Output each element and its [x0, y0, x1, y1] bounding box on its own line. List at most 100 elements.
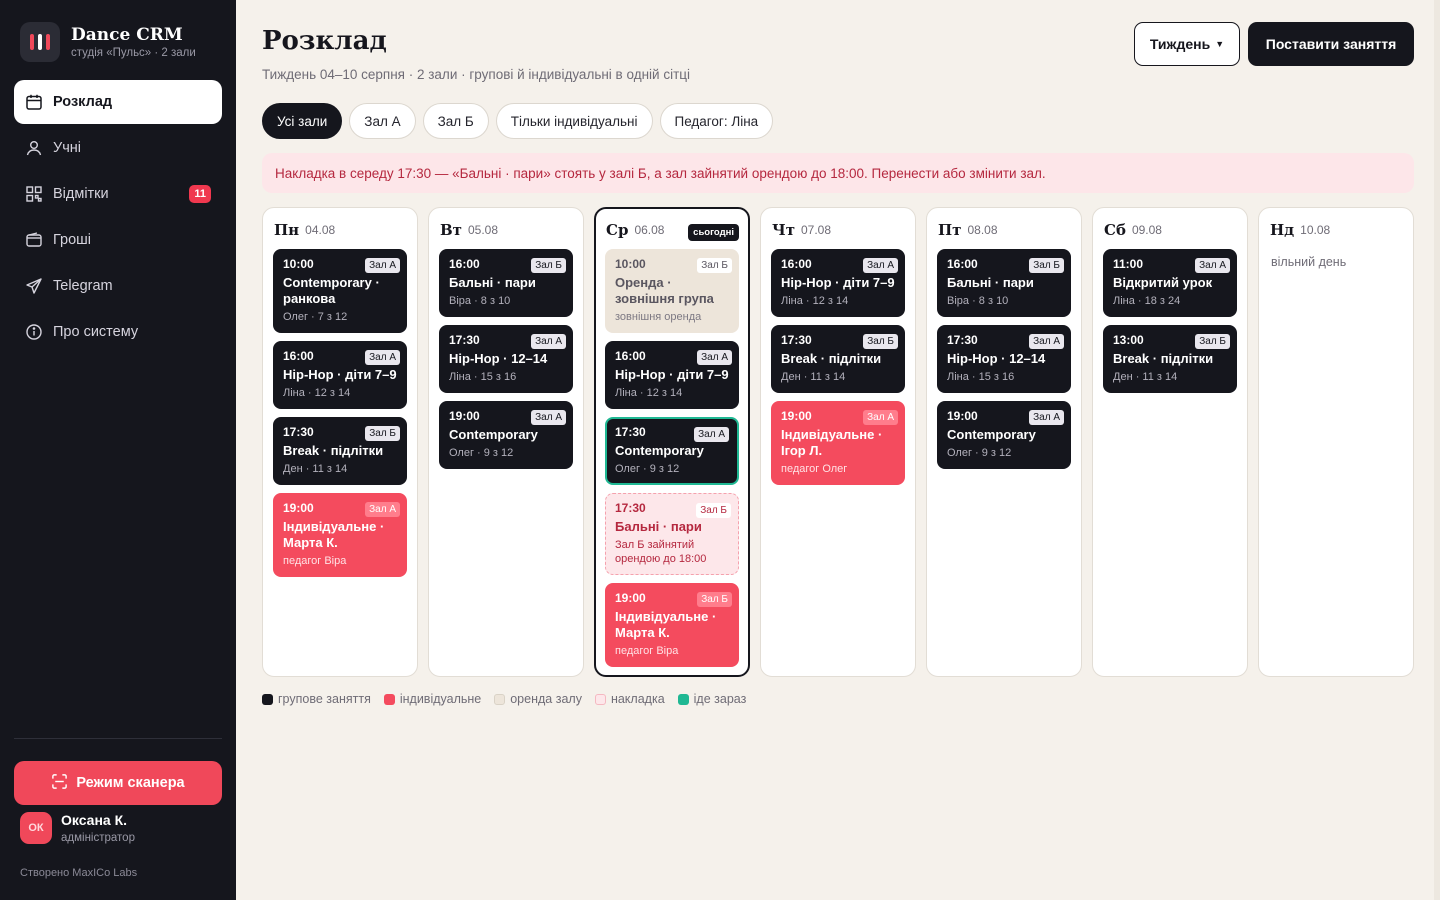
session-card-indiv[interactable]: 19:00 Індивідуальне · Ігор Л. педагог Олег…	[771, 401, 905, 485]
brand[interactable]: Dance CRM студія «Пульс» · 2 зали	[20, 22, 196, 62]
page-subtitle: Тиждень 04–10 серпня · 2 зали · групові …	[262, 67, 690, 82]
session-card-group[interactable]: 19:00 Contemporary Олег · 9 з 12 Зал А	[937, 401, 1071, 469]
session-meta: Олег · 7 з 12	[283, 311, 348, 323]
hall-badge: Зал А	[863, 258, 898, 273]
filter-hall-b[interactable]: Зал Б	[422, 103, 489, 139]
session-meta: Ліна · 12 з 14	[283, 387, 351, 399]
filter-individual-only[interactable]: Тільки індивідуальні	[495, 103, 653, 139]
session-card-rent[interactable]: 10:00 Оренда · зовнішня група зовнішня оре…	[605, 249, 739, 333]
session-card-group[interactable]: 11:00 Відкритий урок Ліна · 18 з 24 Зал А	[1103, 249, 1237, 317]
session-title: Break · підлітки	[781, 351, 882, 366]
legend-item: індивідуальне	[383, 692, 481, 706]
sidebar-item-about[interactable]: Про систему	[14, 310, 222, 354]
session-title: Hip-Hop · діти 7–9	[615, 367, 729, 382]
session-meta: зовнішня оренда	[615, 311, 702, 323]
day-date: 06.08	[634, 223, 665, 237]
session-card-group[interactable]: 17:30 Hip-Hop · 12–14 Ліна · 15 з 16 Зал А	[937, 325, 1071, 393]
session-card-group[interactable]: 16:00 Hip-Hop · діти 7–9 Ліна · 12 з 14 Зал…	[771, 249, 905, 317]
session-card-group[interactable]: 16:00 Бальні · пари Віра · 8 з 10 Зал Б	[937, 249, 1071, 317]
add-session-button[interactable]: Поставити заняття	[1248, 22, 1414, 66]
filter-hall-a[interactable]: Зал А	[349, 103, 416, 139]
page-scrollbar[interactable]	[1434, 0, 1440, 900]
qr-code-icon	[25, 185, 43, 203]
brand-name: Dance CRM	[71, 25, 183, 45]
day-name: Пт	[938, 220, 962, 239]
legend-item: оренда залу	[494, 692, 582, 706]
legend-label: групове заняття	[278, 692, 371, 706]
checkins-count-badge: 11	[189, 185, 211, 203]
session-card-group[interactable]: 10:00 Contemporary · ранкова Олег · 7 з 12…	[273, 249, 407, 333]
week-view-label: Тиждень	[1149, 36, 1211, 52]
session-meta: Олег · 9 з 12	[449, 447, 514, 459]
hall-badge: Зал А	[531, 410, 566, 425]
session-card-indiv[interactable]: 19:00 Індивідуальне · Марта К. педагог Вір…	[273, 493, 407, 577]
conflict-alert[interactable]: Накладка в середу 17:30 — «Бальні · пари…	[262, 153, 1414, 193]
session-card-group[interactable]: 16:00 Бальні · пари Віра · 8 з 10 Зал Б	[439, 249, 573, 317]
session-card-indiv[interactable]: 19:00 Індивідуальне · Марта К. педагог Вір…	[605, 583, 739, 667]
sidebar-item-schedule[interactable]: Розклад	[14, 80, 222, 124]
sidebar-item-label: Учні	[53, 140, 81, 156]
sidebar-item-money[interactable]: Гроші	[14, 218, 222, 262]
day-name: Сб	[1104, 220, 1126, 239]
legend-swatch	[677, 693, 689, 705]
sidebar-item-telegram[interactable]: Telegram	[14, 264, 222, 308]
current-user[interactable]: ОК Оксана К. адміністратор	[20, 812, 135, 844]
session-meta: Віра · 8 з 10	[449, 295, 511, 307]
session-card-group[interactable]: 16:00 Hip-Hop · діти 7–9 Ліна · 12 з 14 Зал…	[273, 341, 407, 409]
hall-badge: Зал Б	[696, 503, 731, 518]
hall-badge: Зал А	[365, 258, 400, 273]
session-card-group[interactable]: 17:30 Break · підлітки Ден · 11 з 14 Зал Б	[273, 417, 407, 485]
sidebar-item-label: Про систему	[53, 324, 139, 340]
hall-badge: Зал А	[1029, 334, 1064, 349]
day-column: Пн 04.08 10:00 Contemporary · ранкова Олег ·…	[262, 207, 418, 677]
info-icon	[25, 323, 43, 341]
session-card-group[interactable]: 17:30 Hip-Hop · 12–14 Ліна · 15 з 16 Зал А	[439, 325, 573, 393]
scan-icon	[51, 773, 68, 794]
day-column: Сб 09.08 11:00 Відкритий урок Ліна · 18 з 24…	[1092, 207, 1248, 677]
credit-text: Створено MaxICo Labs	[20, 867, 138, 879]
session-card-group[interactable]: 13:00 Break · підлітки Ден · 11 з 14 Зал Б	[1103, 325, 1237, 393]
avatar: ОК	[20, 812, 52, 844]
day-header: Нд 10.08	[1269, 208, 1403, 249]
sidebar-item-label: Розклад	[53, 94, 113, 110]
day-header: Пн 04.08	[273, 208, 407, 249]
session-card-now[interactable]: 17:30 Contemporary Олег · 9 з 12 Зал А	[605, 417, 739, 485]
session-meta: педагог Олег	[781, 463, 848, 475]
wallet-icon	[25, 231, 43, 249]
session-title: Індивідуальне · Марта К.	[615, 609, 717, 640]
day-name: Вт	[440, 220, 462, 239]
session-card-group[interactable]: 16:00 Hip-Hop · діти 7–9 Ліна · 12 з 14 Зал…	[605, 341, 739, 409]
day-name: Пн	[274, 220, 300, 239]
session-card-group[interactable]: 17:30 Break · підлітки Ден · 11 з 14 Зал Б	[771, 325, 905, 393]
session-card-conflict[interactable]: 17:30 Бальні · пари Зал Б зайнятий орендою…	[605, 493, 739, 575]
hall-badge: Зал Б	[697, 258, 732, 273]
session-meta: Олег · 9 з 12	[615, 463, 680, 475]
legend-label: іде зараз	[693, 692, 747, 706]
session-title: Break · підлітки	[283, 443, 384, 458]
session-title: Hip-Hop · 12–14	[449, 351, 548, 366]
scanner-mode-button[interactable]: Режим сканера	[14, 761, 222, 805]
filter-chips: Усі зали Зал А Зал Б Тільки індивідуальн…	[262, 103, 774, 139]
session-meta: педагог Віра	[615, 645, 679, 657]
session-title: Contemporary	[947, 427, 1036, 442]
hall-badge: Зал А	[863, 410, 898, 425]
day-column: Чт 07.08 16:00 Hip-Hop · діти 7–9 Ліна · 12 …	[760, 207, 916, 677]
sidebar-item-checkins[interactable]: Відмітки 11	[14, 172, 222, 216]
sidebar-item-students[interactable]: Учні	[14, 126, 222, 170]
hall-badge: Зал Б	[1195, 334, 1230, 349]
hall-badge: Зал Б	[531, 258, 566, 273]
session-meta: Ліна · 12 з 14	[615, 387, 683, 399]
week-view-dropdown[interactable]: Тиждень ▼	[1134, 22, 1240, 66]
legend-label: оренда залу	[510, 692, 582, 706]
filter-teacher[interactable]: Педагог: Ліна	[659, 103, 774, 139]
day-name: Чт	[772, 220, 795, 239]
day-date: 08.08	[967, 222, 998, 237]
session-title: Бальні · пари	[947, 275, 1034, 290]
session-meta: Віра · 8 з 10	[947, 295, 1009, 307]
session-title: Індивідуальне · Марта К.	[283, 519, 385, 550]
session-card-group[interactable]: 19:00 Contemporary Олег · 9 з 12 Зал А	[439, 401, 573, 469]
brand-subtitle: студія «Пульс» · 2 зали	[71, 47, 196, 59]
legend-swatch	[383, 693, 395, 705]
day-column: Ср 06.08 сьогодні 10:00 Оренда · зовнішня гр…	[594, 207, 750, 677]
filter-all-halls[interactable]: Усі зали	[262, 103, 343, 139]
